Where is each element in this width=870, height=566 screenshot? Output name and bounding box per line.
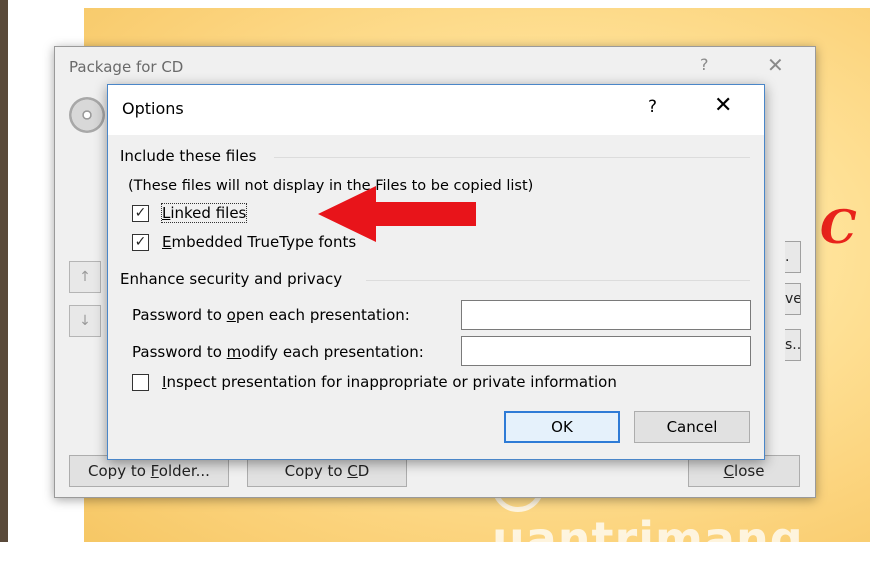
inspect-text: nspect presentation for inappropriate or…: [166, 373, 617, 391]
copy-to-cd-label: Copy to: [284, 462, 348, 480]
close-icon[interactable]: ✕: [767, 53, 784, 77]
remove-button[interactable]: ve: [785, 283, 801, 315]
move-down-button[interactable]: ↓: [69, 305, 101, 337]
group-divider: [366, 280, 750, 281]
password-open-text: Password to: [132, 306, 227, 324]
linked-files-label[interactable]: Linked files: [160, 203, 248, 223]
copy-to-folder-label-rest: older...: [158, 462, 210, 480]
close-label-rest: lose: [734, 462, 765, 480]
accelerator-key: C: [347, 462, 358, 480]
group-divider: [274, 157, 750, 158]
password-modify-text: Password to: [132, 343, 227, 361]
embedded-fonts-checkbox[interactable]: ✓: [132, 234, 149, 251]
copy-to-folder-label: Copy to: [88, 462, 151, 480]
red-arrow-annotation: [318, 186, 476, 242]
close-icon[interactable]: ✕: [714, 93, 732, 118]
accelerator-key: m: [226, 343, 242, 361]
dialog-title: Package for CD: [69, 58, 184, 76]
security-group-label: Enhance security and privacy: [120, 270, 343, 288]
password-open-input[interactable]: [461, 300, 751, 330]
cd-icon: [69, 97, 105, 133]
linked-files-checkbox[interactable]: ✓: [132, 205, 149, 222]
password-open-label: Password to open each presentation:: [132, 306, 410, 324]
password-open-text-rest: pen each presentation:: [235, 306, 410, 324]
password-modify-label: Password to modify each presentation:: [132, 343, 424, 361]
accelerator-key: C: [723, 462, 735, 480]
help-button[interactable]: ?: [700, 55, 709, 74]
arrow-up-icon: ↑: [79, 269, 91, 285]
password-modify-input[interactable]: [461, 336, 751, 366]
accelerator-key: F: [150, 462, 159, 480]
window-edge: [0, 0, 8, 542]
watermark-text: uantrimang: [492, 511, 804, 566]
linked-files-text: inked files: [170, 204, 247, 222]
ok-button[interactable]: OK: [504, 411, 620, 443]
help-button[interactable]: ?: [648, 97, 657, 117]
accelerator-key: o: [226, 306, 236, 324]
cancel-button[interactable]: Cancel: [634, 411, 750, 443]
move-up-button[interactable]: ↑: [69, 261, 101, 293]
options-button[interactable]: s...: [785, 329, 801, 361]
inspect-label[interactable]: Inspect presentation for inappropriate o…: [162, 373, 617, 391]
add-button[interactable]: .: [785, 241, 801, 273]
arrow-shape: [318, 186, 476, 242]
arrow-down-icon: ↓: [79, 313, 91, 329]
password-modify-text-rest: odify each presentation:: [241, 343, 424, 361]
options-dialog: Options ? ✕ Include these files (These f…: [107, 84, 765, 460]
options-titlebar: Options ? ✕: [108, 85, 764, 135]
inspect-checkbox[interactable]: [132, 374, 149, 391]
include-files-group-label: Include these files: [120, 147, 257, 165]
slide-title-fragment: C: [820, 200, 857, 254]
copy-to-cd-label-rest: D: [357, 462, 370, 480]
dialog-title: Options: [122, 99, 184, 118]
